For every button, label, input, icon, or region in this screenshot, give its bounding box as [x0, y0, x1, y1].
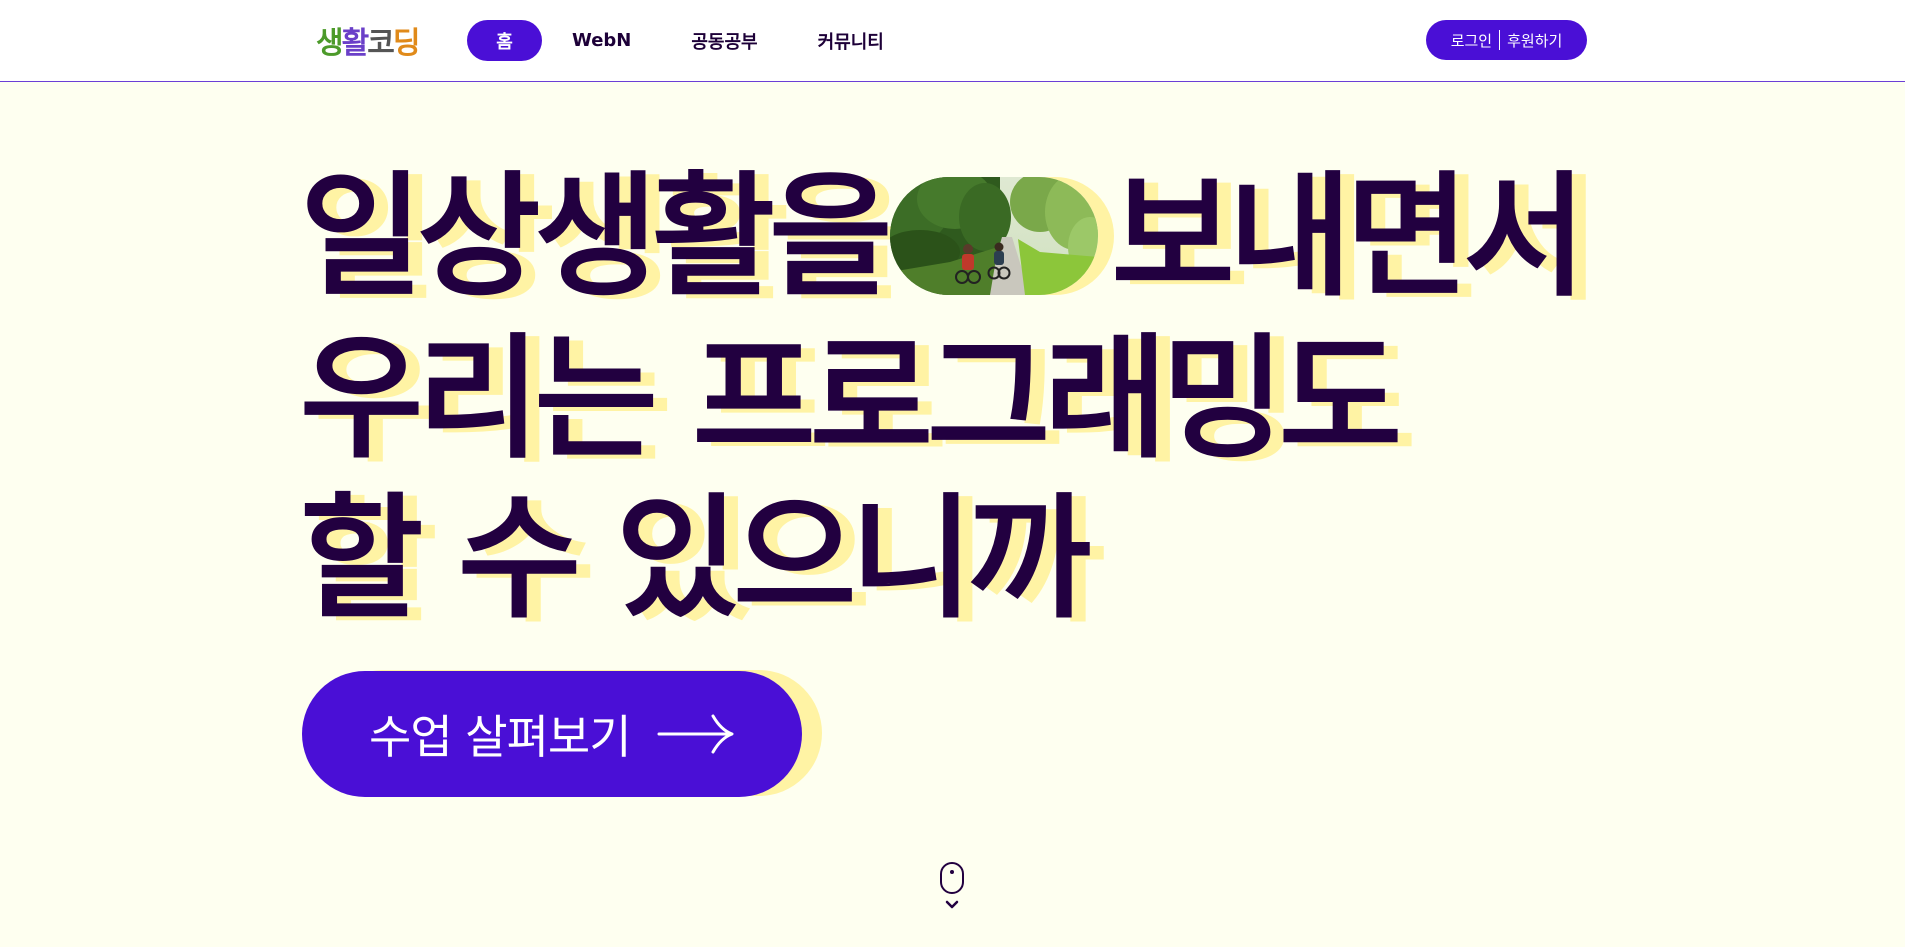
hero-line1-left: 일상생활을 — [300, 159, 892, 315]
logo-char-3: 코 — [367, 26, 395, 61]
donate-link[interactable]: 후원하기 — [1507, 30, 1562, 51]
nav-item-study[interactable]: 공동공부 — [691, 20, 757, 61]
hero-heading-line-2: 우리는 프로그래밍도 — [300, 321, 1402, 477]
main-nav: 홈 WebN 공동공부 커뮤니티 — [467, 20, 884, 61]
nav-item-community[interactable]: 커뮤니티 — [818, 20, 884, 61]
hero-cycling-image — [890, 177, 1098, 295]
arrow-right-icon — [657, 714, 734, 754]
nav-item-webn[interactable]: WebN — [572, 20, 631, 61]
auth-divider — [1499, 30, 1501, 50]
browse-courses-button[interactable]: 수업 살펴보기 — [302, 671, 802, 797]
site-header: 생활코딩 홈 WebN 공동공부 커뮤니티 로그인 후원하기 — [0, 0, 1905, 82]
site-logo[interactable]: 생활코딩 — [316, 18, 421, 62]
login-link[interactable]: 로그인 — [1451, 30, 1492, 51]
hero-heading-line-3: 할 수 있으니까 — [300, 481, 1091, 637]
hero-line1-right: 보내면서 — [1111, 159, 1586, 315]
logo-char-1: 생 — [316, 26, 344, 61]
mouse-scroll-icon[interactable] — [939, 861, 965, 913]
login-donate-button: 로그인 후원하기 — [1426, 20, 1587, 60]
cycling-photo-icon — [890, 177, 1098, 295]
nav-item-home[interactable]: 홈 — [467, 20, 542, 61]
logo-char-2: 활 — [341, 26, 370, 61]
logo-char-4: 딩 — [392, 26, 421, 61]
cta-label: 수업 살펴보기 — [369, 710, 632, 764]
